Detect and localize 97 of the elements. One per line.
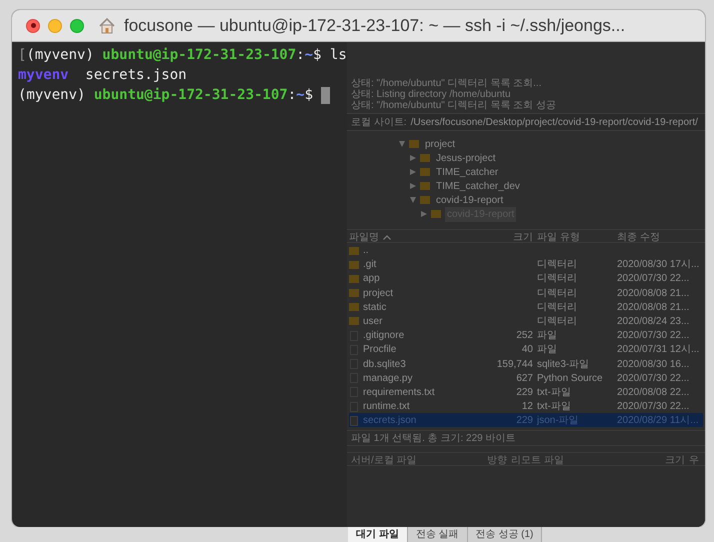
column-header[interactable]: 파일 유형 — [533, 230, 617, 245]
status-log-line: 상태: Listing directory /home/ubuntu — [350, 89, 512, 100]
right-triangle-icon[interactable] — [410, 183, 416, 189]
file-modified: 2020/07/30 22... — [617, 372, 690, 386]
tree-item[interactable]: Jesus-project — [434, 150, 498, 166]
column-header[interactable]: 크기 — [635, 453, 689, 468]
file-row[interactable]: db.sqlite3 159,744 sqlite3-파일 2020/08/30 16... — [349, 356, 703, 371]
file-modified: 2020/07/30 22... — [617, 272, 690, 286]
queue-tab[interactable]: 전송 성공 (1) — [468, 527, 542, 542]
file-name: .gitignore — [363, 329, 404, 344]
file-type: 파일 — [536, 329, 558, 344]
file-row[interactable]: .. — [349, 243, 703, 258]
file-type: 디렉터리 — [536, 314, 578, 329]
file-size: 627 — [515, 372, 533, 386]
down-triangle-icon[interactable] — [410, 197, 416, 203]
tree-item[interactable]: covid-19-report — [434, 192, 506, 208]
status-log-line: 상태: "/home/ubuntu" 디렉터리 목록 조회 성공 — [350, 100, 557, 111]
local-site-label: 로컬 사이트: — [351, 116, 407, 130]
file-name: db.sqlite3 — [363, 358, 406, 372]
column-header[interactable]: 방향 — [471, 453, 511, 468]
right-triangle-icon[interactable] — [410, 155, 416, 161]
down-triangle-icon[interactable] — [399, 141, 405, 147]
file-name: app — [363, 272, 380, 286]
file-type: json-파일 — [536, 414, 580, 428]
file-name: .. — [363, 244, 369, 258]
file-row[interactable]: requirements.txt 229 txt-파일 2020/08/08 22... — [349, 384, 703, 400]
file-size: 40 — [520, 343, 533, 358]
file-type: 디렉터리 — [536, 286, 578, 301]
window-title: focusone — ubuntu@ip-172-31-23-107: ~ — ssh -i ~/.ssh/jeongs... — [124, 14, 626, 37]
tree-item[interactable]: TIME_catcher_dev — [434, 178, 522, 194]
file-row[interactable]: app 디렉터리 2020/07/30 22... — [349, 271, 703, 286]
file-type: txt-파일 — [536, 400, 572, 414]
file-name: Procfile — [363, 343, 396, 358]
file-modified: 2020/08/29 11시... — [617, 414, 700, 428]
file-type: Python Source — [536, 372, 604, 386]
tree-item[interactable]: project — [423, 136, 458, 152]
column-header[interactable]: 최종 수정 — [617, 230, 703, 245]
queue-tab[interactable]: 대기 파일 — [348, 527, 408, 542]
file-modified: 2020/08/30 16... — [617, 358, 690, 372]
right-triangle-icon[interactable] — [410, 169, 416, 175]
file-row[interactable]: Procfile 40 파일 2020/07/31 12시... — [349, 342, 703, 356]
file-name: secrets.json — [363, 414, 416, 428]
file-name: requirements.txt — [363, 386, 435, 400]
file-row[interactable]: project 디렉터리 2020/08/08 21... — [349, 286, 703, 300]
file-modified: 2020/07/30 22... — [617, 329, 690, 344]
file-modified: 2020/07/30 22... — [617, 400, 690, 414]
file-size: 12 — [520, 400, 533, 414]
file-modified: 2020/07/31 12시... — [617, 343, 700, 358]
file-row[interactable]: .gitignore 252 파일 2020/07/30 22... — [349, 328, 703, 342]
file-row[interactable]: manage.py 627 Python Source 2020/07/30 22... — [349, 370, 703, 385]
column-header[interactable]: 크기 — [495, 230, 533, 245]
minimize-button[interactable] — [48, 18, 62, 32]
file-type: 디렉터리 — [536, 258, 578, 272]
maximize-button[interactable] — [70, 18, 84, 32]
file-size: 159,744 — [496, 358, 533, 372]
file-row[interactable]: secrets.json 229 json-파일 2020/08/29 11시... — [349, 413, 703, 428]
file-type: txt-파일 — [536, 386, 572, 400]
column-header[interactable]: 서버/로컬 파일 — [351, 453, 471, 468]
terminal-line: (myvenv) ubuntu@ip-172-31-23-107:~$ — [18, 86, 314, 105]
file-name: .git — [363, 258, 376, 272]
file-modified: 2020/08/24 23... — [617, 314, 690, 329]
file-row[interactable]: runtime.txt 12 txt-파일 2020/07/30 22... — [349, 399, 703, 414]
file-size: 229 — [515, 386, 533, 400]
file-row[interactable]: user 디렉터리 2020/08/24 23... — [349, 314, 703, 328]
file-name: project — [363, 286, 394, 301]
file-type: 디렉터리 — [536, 272, 578, 286]
column-header[interactable]: 파일명 — [349, 230, 379, 245]
column-header[interactable]: 리모트 파일 — [511, 453, 635, 468]
terminal-line: myvenv secrets.json — [18, 66, 187, 85]
local-site-path[interactable]: /Users/focusone/Desktop/project/covid-19-report/covid-19-report/ — [410, 114, 698, 130]
file-icon — [350, 402, 358, 412]
file-row[interactable]: .git 디렉터리 2020/08/30 17시... — [349, 257, 703, 272]
column-header[interactable]: 우 — [689, 453, 701, 468]
file-type: sqlite3-파일 — [536, 358, 590, 372]
file-name: static — [363, 300, 386, 315]
file-size: 229 — [515, 414, 533, 428]
file-modified: 2020/08/08 22... — [617, 386, 690, 400]
selection-status: 파일 1개 선택됨. 총 크기: 229 바이트 — [347, 430, 705, 446]
close-button[interactable] — [26, 18, 40, 32]
status-log-line: 상태: "/home/ubuntu" 디렉터리 목록 조회... — [350, 78, 542, 89]
file-name: runtime.txt — [363, 400, 410, 414]
file-name: user — [363, 314, 382, 329]
file-size: 252 — [515, 329, 533, 344]
tree-item[interactable]: TIME_catcher — [434, 164, 500, 180]
right-triangle-icon[interactable] — [421, 211, 427, 217]
file-icon — [350, 416, 358, 426]
file-type: 파일 — [536, 343, 558, 358]
file-row[interactable]: static 디렉터리 2020/08/08 21... — [349, 300, 703, 314]
queue-tab[interactable]: 전송 실패 — [408, 527, 468, 542]
file-type: 디렉터리 — [536, 300, 578, 315]
file-name: manage.py — [363, 372, 412, 386]
file-modified: 2020/08/08 21... — [617, 286, 690, 301]
sort-up-icon — [383, 235, 391, 240]
file-modified: 2020/08/08 21... — [617, 300, 690, 315]
home-icon — [98, 16, 116, 34]
terminal-line: [(myvenv) ubuntu@ip-172-31-23-107:~$ ls — [18, 46, 347, 65]
file-modified: 2020/08/30 17시... — [617, 258, 700, 272]
